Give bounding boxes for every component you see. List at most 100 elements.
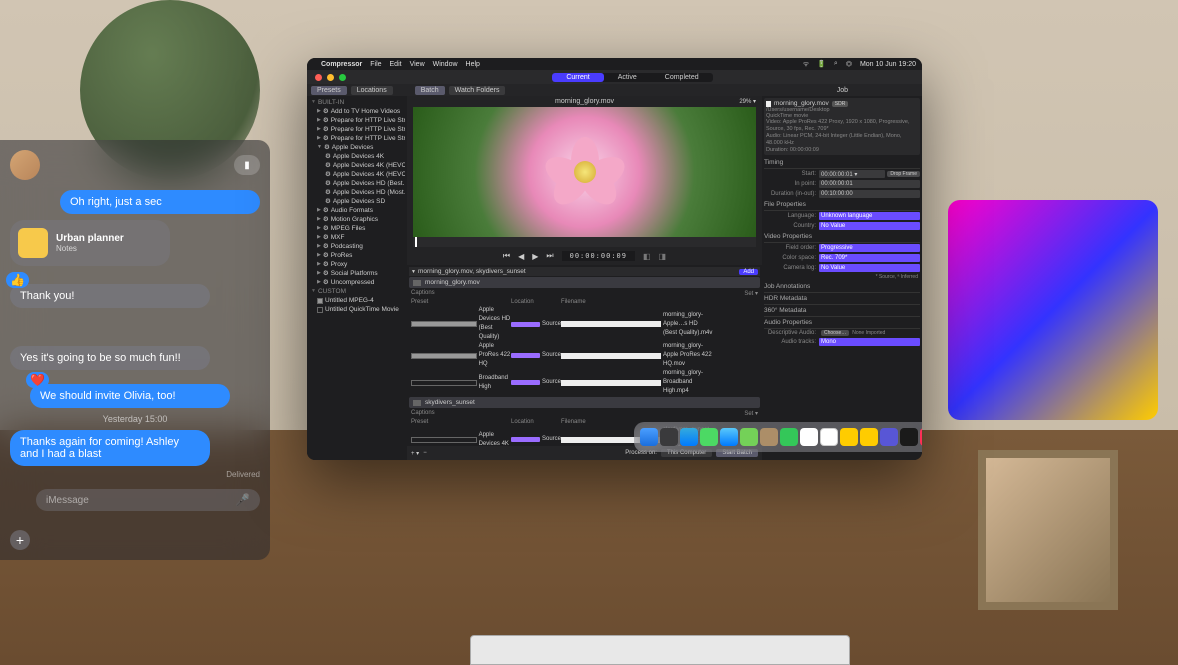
camera-log-dropdown[interactable]: No Value [819, 264, 920, 272]
menubar-clock[interactable]: Mon 10 Jun 19:20 [860, 61, 916, 68]
360-section[interactable]: 360° Metadata [764, 305, 920, 317]
zoom-control[interactable]: 29% ▾ [739, 98, 756, 105]
tree-item[interactable]: ▶⚙ Prepare for HTTP Live Strea… [309, 116, 405, 125]
tree-item[interactable]: ▶⚙ MXF [309, 233, 405, 242]
message-input[interactable]: iMessage 🎤 [36, 489, 260, 511]
mark-out-button[interactable]: ◨ [659, 252, 667, 261]
calendar-icon[interactable] [800, 428, 818, 446]
mark-in-button[interactable]: ◧ [643, 252, 651, 261]
prev-frame-button[interactable]: ⏮ [503, 251, 510, 261]
tree-item[interactable]: ▶⚙ Uncompressed [309, 278, 405, 287]
battery-icon[interactable]: 🔋 [817, 60, 826, 68]
set-dropdown[interactable]: Set ▾ [561, 410, 758, 417]
search-icon[interactable]: ⌕ [834, 60, 838, 68]
launchpad-icon[interactable] [660, 428, 678, 446]
choose-button[interactable]: Choose… [821, 330, 849, 336]
annotations-section[interactable]: Job Annotations [764, 281, 920, 293]
field-order-dropdown[interactable]: Progressive [819, 244, 920, 252]
drop-frame-toggle[interactable]: Drop Frame [887, 171, 920, 177]
batch-row[interactable]: Broadband High Source morning_glory-Broa… [409, 369, 760, 396]
tree-item[interactable]: ▶⚙ ProRes [309, 251, 405, 260]
tab-active[interactable]: Active [604, 73, 651, 82]
menu-item[interactable]: View [410, 61, 425, 68]
minimize-button[interactable] [327, 74, 334, 81]
tab-completed[interactable]: Completed [651, 73, 713, 82]
tree-item[interactable]: ▶⚙ Social Platforms [309, 269, 405, 278]
remove-button[interactable]: − [423, 450, 427, 456]
safari-icon[interactable] [680, 428, 698, 446]
add-button[interactable]: Add [739, 269, 758, 275]
play-button[interactable]: ▶ [532, 252, 538, 261]
app-name[interactable]: Compressor [321, 61, 362, 68]
duration-field[interactable]: 00:10:00:00 [819, 190, 920, 198]
facetime-icon[interactable] [780, 428, 798, 446]
tree-item[interactable]: ▶⚙ Prepare for HTTP Live Strea… [309, 134, 405, 143]
video-preview[interactable] [413, 107, 756, 237]
next-frame-button[interactable]: ⏭ [546, 251, 553, 261]
tree-item[interactable]: Untitled MPEG-4 [309, 296, 405, 305]
add-menu-button[interactable]: + ▾ [411, 450, 419, 457]
batch-row[interactable]: Apple ProRes 422 HQ Source morning_glory… [409, 342, 760, 369]
country-dropdown[interactable]: No Value [819, 222, 920, 230]
set-dropdown[interactable]: Set ▾ [561, 290, 758, 297]
tree-item[interactable]: ⚙ Apple Devices 4K (HEVC… [309, 161, 405, 170]
in-point-field[interactable]: 00:00:00:01 [819, 180, 920, 188]
control-center-icon[interactable]: ⏣ [846, 60, 852, 68]
photos-icon[interactable] [760, 428, 778, 446]
batch-file[interactable]: morning_glory.mov [409, 277, 760, 288]
attach-button[interactable]: + [10, 530, 30, 550]
language-dropdown[interactable]: Unknown language [819, 212, 920, 220]
tab-current[interactable]: Current [552, 73, 603, 82]
step-back-button[interactable]: ◀ [518, 252, 524, 261]
watch-folders-tab[interactable]: Watch Folders [449, 86, 506, 95]
menu-item[interactable]: Help [466, 61, 480, 68]
tree-item[interactable]: ⚙ Apple Devices SD [309, 197, 405, 206]
batch-row[interactable]: Apple Devices HD (Best Quality) Source m… [409, 306, 760, 342]
floating-photo[interactable] [948, 200, 1158, 420]
tree-item[interactable]: Untitled QuickTime Movie [309, 305, 405, 314]
maps-icon[interactable] [740, 428, 758, 446]
tree-item[interactable]: ⚙ Apple Devices 4K [309, 152, 405, 161]
batch-tab[interactable]: Batch [415, 86, 445, 95]
colorspace-dropdown[interactable]: Rec. 709* [819, 254, 920, 262]
contact-avatar[interactable] [10, 150, 40, 180]
tree-item[interactable]: ⚙ Apple Devices HD (Best… [309, 179, 405, 188]
mic-icon[interactable]: 🎤 [235, 493, 250, 507]
mail-icon[interactable] [720, 428, 738, 446]
tv-icon[interactable] [900, 428, 918, 446]
finder-icon[interactable] [640, 428, 658, 446]
tree-item[interactable]: ▶⚙ Proxy [309, 260, 405, 269]
tree-item[interactable]: ▶⚙ Podcasting [309, 242, 405, 251]
locations-tab[interactable]: Locations [351, 86, 393, 95]
tree-item[interactable]: ▶⚙ Prepare for HTTP Live Strea… [309, 125, 405, 134]
tree-item[interactable]: ▶⚙ Audio Formats [309, 206, 405, 215]
hdr-section[interactable]: HDR Metadata [764, 293, 920, 305]
batch-file[interactable]: skydivers_sunset [409, 397, 760, 408]
facetime-button[interactable]: ▮ [234, 155, 260, 175]
messages-icon[interactable] [700, 428, 718, 446]
maximize-button[interactable] [339, 74, 346, 81]
audio-tracks-dropdown[interactable]: Mono [819, 338, 920, 346]
tree-item[interactable]: ▶⚙ MPEG Files [309, 224, 405, 233]
notes-attachment[interactable]: Urban planner Notes [10, 220, 170, 266]
music-icon[interactable] [920, 428, 922, 446]
close-button[interactable] [315, 74, 322, 81]
tree-item[interactable]: ▼⚙ Apple Devices [309, 143, 405, 152]
start-time-field[interactable]: 00:00:00:01 ▾ [819, 170, 885, 178]
tree-item[interactable]: ▶⚙ Motion Graphics [309, 215, 405, 224]
tree-item[interactable]: ⚙ Apple Devices 4K (HEVC… [309, 170, 405, 179]
menu-item[interactable]: File [370, 61, 381, 68]
reminders-icon[interactable] [840, 428, 858, 446]
wifi-icon[interactable]: ᯤ [803, 60, 809, 69]
tree-item[interactable]: ⚙ Apple Devices HD (Most… [309, 188, 405, 197]
tree-item[interactable]: ▶⚙ Add to TV Home Videos [309, 107, 405, 116]
menu-item[interactable]: Window [433, 61, 458, 68]
timecode-display[interactable]: 00:00:00:09 [562, 251, 635, 261]
timeline-scrubber[interactable] [413, 237, 756, 247]
freeform-icon[interactable] [880, 428, 898, 446]
contacts-icon[interactable] [820, 428, 838, 446]
keyboard [470, 635, 850, 665]
menu-item[interactable]: Edit [390, 61, 402, 68]
presets-tab[interactable]: Presets [311, 86, 347, 95]
notes-icon[interactable] [860, 428, 878, 446]
